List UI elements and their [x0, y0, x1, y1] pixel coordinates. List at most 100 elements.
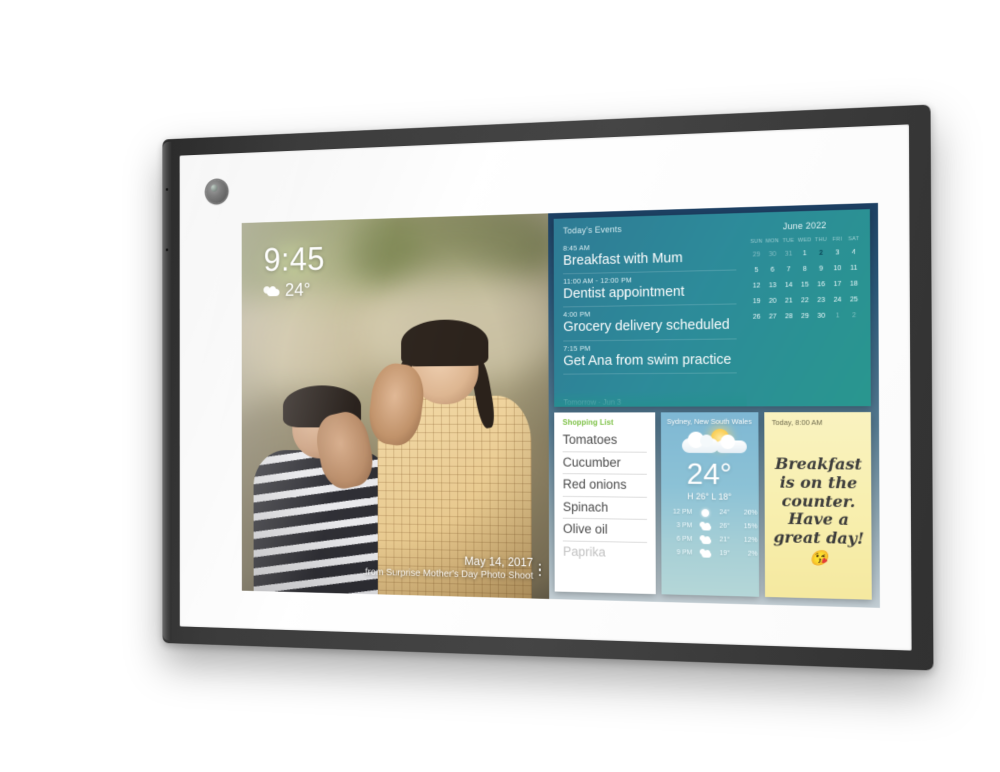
events-card[interactable]: Today's Events 8:45 AM Breakfast with Mu… [553, 209, 871, 407]
calendar-day[interactable]: 1 [829, 310, 845, 321]
calendar-day[interactable]: 28 [781, 311, 797, 322]
calendar-day[interactable]: 1 [797, 248, 813, 259]
calendar-day[interactable]: 23 [813, 295, 829, 306]
display-screen[interactable]: 9:45 24° May 14, 2017 from Surprise Moth… [241, 202, 880, 608]
calendar-day-today[interactable]: 2 [813, 248, 829, 259]
calendar-day[interactable]: 29 [748, 249, 764, 260]
calendar-day[interactable]: 21 [781, 296, 797, 307]
volume-button[interactable] [165, 188, 169, 191]
event-item[interactable]: 8:45 AM Breakfast with Mum [563, 236, 737, 275]
smart-display-device: 9:45 24° May 14, 2017 from Surprise Moth… [162, 104, 934, 671]
shopping-list-item[interactable]: Olive oil [562, 518, 647, 543]
weather-high-low: H 26° L 18° [687, 491, 732, 502]
partly-cloudy-icon [697, 521, 714, 531]
weather-hour-precip: 15% [743, 523, 758, 531]
calendar-day[interactable]: 7 [781, 264, 797, 275]
calendar-day[interactable]: 2 [846, 310, 863, 321]
partly-cloudy-icon [697, 535, 714, 545]
weather-hour-precip: 2% [747, 550, 758, 558]
calendar-widget[interactable]: June 2022 SUN MON TUE WED THU FRI SAT 29 [746, 209, 871, 406]
shopping-list-item[interactable]: Red onions [562, 474, 647, 498]
photo-panel[interactable]: 9:45 24° May 14, 2017 from Surprise Moth… [241, 213, 550, 599]
event-name: Get Ana from swim practice [563, 351, 732, 369]
weather-hour-label: 9 PM [676, 549, 693, 557]
sticky-note-timestamp: Today, 8:00 AM [771, 418, 823, 427]
calendar-day[interactable]: 30 [813, 311, 829, 322]
weather-hour-precip: 12% [743, 536, 758, 544]
kiss-emoji-icon: 😘 [809, 549, 828, 568]
calendar-dow: TUE [782, 237, 795, 245]
mic-mute-button[interactable] [165, 248, 169, 252]
photo-caption: May 14, 2017 from Surprise Mother's Day … [365, 552, 533, 581]
calendar-day[interactable]: 27 [765, 311, 781, 322]
calendar-day[interactable]: 17 [829, 279, 845, 290]
weather-hour-temp: 21° [719, 536, 730, 544]
widget-column: Today's Events 8:45 AM Breakfast with Mu… [548, 203, 880, 608]
event-item[interactable]: 4:00 PM Grocery delivery scheduled [563, 304, 738, 342]
calendar-day[interactable]: 4 [846, 247, 863, 258]
calendar-day[interactable]: 24 [829, 295, 845, 306]
weather-hour-temp: 19° [719, 550, 730, 558]
partly-cloudy-icon [666, 428, 752, 457]
shopping-list-item[interactable]: Cucumber [562, 451, 647, 475]
events-next-day-divider: Tomorrow · Jun 3 [563, 398, 622, 407]
calendar-day[interactable]: 20 [765, 296, 781, 307]
events-title: Today's Events [563, 224, 622, 236]
calendar-day[interactable]: 18 [846, 279, 863, 290]
calendar-day[interactable]: 22 [797, 295, 813, 306]
calendar-day[interactable]: 3 [829, 247, 845, 258]
weather-hour-label: 6 PM [676, 535, 693, 543]
shopping-scroll-fade [554, 580, 656, 595]
weather-hour-label: 12 PM [672, 508, 693, 516]
shopping-list-item[interactable]: Spinach [562, 496, 647, 521]
weather-hour-row: 6 PM 21° 12% [667, 535, 758, 545]
clock-overlay: 9:45 24° [263, 240, 325, 302]
calendar-day[interactable]: 6 [764, 265, 780, 276]
calendar-day[interactable]: 10 [829, 263, 845, 274]
calendar-day[interactable]: 8 [797, 264, 813, 275]
weather-hour-row: 12 PM 24° 20% [667, 508, 757, 518]
calendar-day[interactable]: 13 [764, 280, 780, 291]
events-list[interactable]: Today's Events 8:45 AM Breakfast with Mu… [554, 213, 748, 407]
calendar-day[interactable]: 12 [748, 281, 764, 292]
sun-icon [697, 508, 714, 517]
sticky-note-line: Breakfast [774, 454, 863, 474]
calendar-day[interactable]: 26 [749, 312, 765, 323]
calendar-day[interactable]: 29 [797, 311, 813, 322]
sticky-note-card[interactable]: Today, 8:00 AM Breakfast is on the count… [763, 412, 872, 600]
calendar-dow: THU [814, 236, 828, 244]
calendar-month-label: June 2022 [782, 220, 827, 232]
weather-hour-label: 3 PM [676, 522, 693, 530]
calendar-day[interactable]: 15 [797, 280, 813, 291]
weather-hour-row: 9 PM 19° 2% [667, 548, 758, 558]
partly-cloudy-icon [697, 548, 714, 558]
calendar-day[interactable]: 11 [846, 263, 863, 274]
calendar-dow: MON [765, 238, 780, 245]
event-name: Breakfast with Mum [563, 250, 683, 269]
calendar-day[interactable]: 14 [781, 280, 797, 291]
weather-card[interactable]: Sydney, New South Wales 24° H 26° L 18° [660, 412, 759, 597]
sticky-note-line: great day! [773, 527, 865, 549]
event-item[interactable]: 11:00 AM - 12:00 PM Dentist appointment [563, 270, 737, 308]
calendar-day[interactable]: 19 [749, 296, 765, 307]
device-wrapper: 9:45 24° May 14, 2017 from Surprise Moth… [0, 0, 1000, 772]
event-name: Dentist appointment [563, 284, 685, 302]
calendar-day[interactable]: 5 [748, 265, 764, 276]
calendar-day[interactable]: 30 [764, 249, 780, 260]
shopping-list-item[interactable]: Tomatoes [562, 429, 647, 453]
sticky-note-line: is on the [779, 472, 858, 492]
calendar-day[interactable]: 16 [813, 279, 829, 290]
event-item[interactable]: 7:15 PM Get Ana from swim practice [563, 339, 738, 375]
weather-hour-temp: 26° [719, 522, 730, 530]
sticky-note-line: counter. [781, 491, 856, 511]
shopping-list-item[interactable]: Paprika [563, 541, 647, 564]
weather-hourly-forecast: 12 PM 24° 20% 3 PM 26° 15% 6 PM 21° 12% … [667, 508, 758, 559]
more-vertical-icon[interactable] [535, 560, 544, 579]
calendar-day[interactable]: 31 [780, 249, 796, 260]
calendar-day[interactable]: 25 [846, 294, 863, 305]
shopping-list-card[interactable]: Shopping List Tomatoes Cucumber Red onio… [554, 412, 656, 595]
device-side-edge [162, 141, 172, 641]
sticky-note-body: Breakfast is on the counter. Have a grea… [772, 427, 866, 596]
clock-weather: 24° [263, 280, 325, 302]
calendar-day[interactable]: 9 [813, 263, 829, 274]
